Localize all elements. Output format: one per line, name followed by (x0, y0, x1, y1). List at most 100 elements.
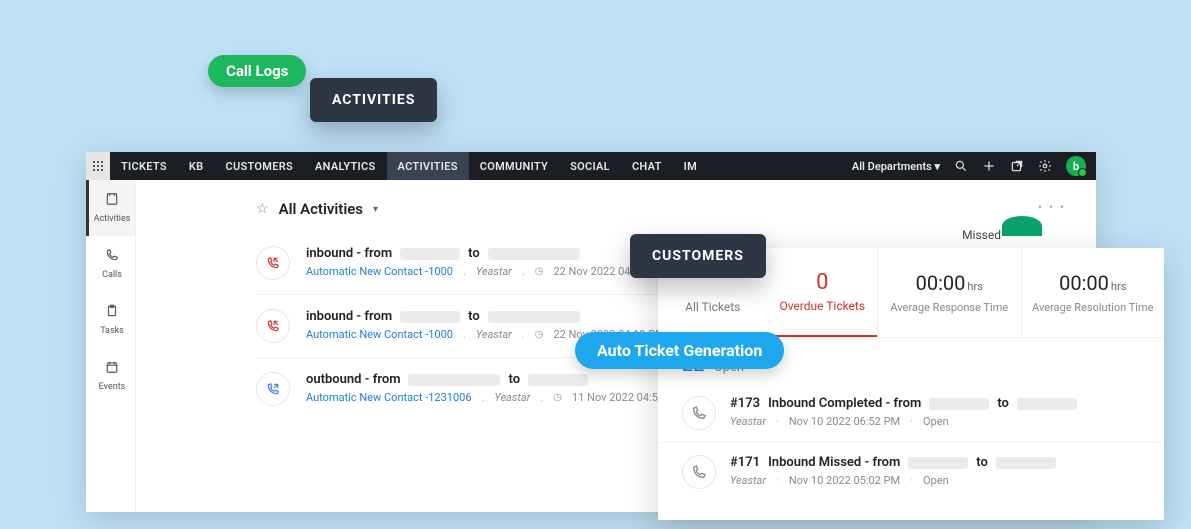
redacted-to (488, 311, 580, 323)
activity-to-label: to (468, 246, 480, 261)
avatar[interactable]: b (1066, 156, 1086, 176)
ticket-time: Nov 10 2022 06:52 PM (789, 415, 900, 428)
activities-icon (105, 192, 119, 210)
ticket-status: Open (923, 474, 949, 487)
clock-icon: ◷ (535, 266, 544, 277)
redacted-to (996, 457, 1056, 469)
redacted-to (1017, 398, 1077, 410)
heading-row: ☆ All Activities ▾ (256, 200, 1066, 218)
activity-source: Yeastar (494, 391, 530, 404)
departments-label: All Departments (852, 160, 932, 173)
ticket-source: Yeastar (730, 415, 766, 428)
missed-label: Missed (962, 228, 1001, 242)
ticket-title: Inbound Missed - from (768, 455, 900, 470)
resolution-unit: hrs (1111, 280, 1126, 293)
star-icon[interactable]: ☆ (256, 201, 269, 217)
tab-all-label: All Tickets (685, 300, 740, 314)
nav-right: All Departments ▾ b (852, 156, 1096, 176)
ticket-to-label: to (997, 396, 1009, 411)
rail-activities-label: Activities (94, 214, 131, 224)
tab-overdue-label: Overdue Tickets (779, 299, 865, 313)
inbound-call-icon (256, 309, 290, 343)
activity-source: Yeastar (476, 265, 512, 278)
nav-item-community[interactable]: COMMUNITY (469, 152, 559, 180)
metric-response: 00:00hrs Average Response Time (878, 248, 1022, 337)
rail-tasks[interactable]: Tasks (86, 292, 135, 348)
activity-contact-link[interactable]: Automatic New Contact -1000 (306, 265, 453, 278)
nav-item-im[interactable]: IM (673, 152, 708, 180)
nav-item-chat[interactable]: CHAT (621, 152, 673, 180)
nav-item-analytics[interactable]: ANALYTICS (304, 152, 387, 180)
activity-contact-link[interactable]: Automatic New Contact -1231006 (306, 391, 472, 404)
clock-icon: ◷ (535, 329, 544, 340)
ticket-time: Nov 10 2022 05:02 PM (789, 474, 900, 487)
ticket-to-label: to (976, 455, 988, 470)
nav-item-tickets[interactable]: TICKETS (110, 152, 178, 180)
activity-from-label: inbound - from (306, 309, 392, 324)
nav-item-kb[interactable]: KB (178, 152, 215, 180)
departments-dropdown[interactable]: All Departments ▾ (852, 160, 940, 173)
nav-item-social[interactable]: SOCIAL (559, 152, 621, 180)
gear-icon[interactable] (1038, 159, 1052, 173)
ticket-id: #171 (730, 455, 760, 470)
plus-icon[interactable] (982, 159, 996, 173)
activity-contact-link[interactable]: Automatic New Contact -1000 (306, 328, 453, 341)
resolution-label: Average Resolution Time (1032, 301, 1153, 314)
rail-events[interactable]: Events (86, 348, 135, 404)
ticket-row[interactable]: #171 Inbound Missed - from to Yeastar · … (658, 442, 1164, 501)
panel-metrics: 00:00hrs Average Response Time 00:00hrs … (878, 248, 1164, 337)
profile-avatar (1002, 216, 1042, 236)
response-value: 00:00 (916, 271, 966, 295)
rail-tasks-label: Tasks (100, 326, 124, 336)
outbound-call-icon (256, 372, 290, 406)
overdue-count: 0 (816, 270, 828, 295)
more-menu-icon[interactable]: • • • (1038, 200, 1066, 214)
left-rail: Activities Calls Tasks Events (86, 180, 136, 512)
customers-float-tab: CUSTOMERS (630, 234, 766, 278)
clock-icon: ◷ (553, 392, 562, 403)
search-icon[interactable] (954, 159, 968, 173)
nav-items: TICKETS KB CUSTOMERS ANALYTICS ACTIVITIE… (110, 152, 708, 180)
ticket-row[interactable]: #173 Inbound Completed - from to Yeastar… (658, 384, 1164, 442)
redacted-to (528, 374, 588, 386)
rail-calls[interactable]: Calls (86, 236, 135, 292)
ticket-status: Open (923, 415, 949, 428)
ticket-body: #173 Inbound Completed - from to Yeastar… (730, 396, 1140, 428)
ticket-source: Yeastar (730, 474, 766, 487)
redacted-from (400, 248, 460, 260)
redacted-to (488, 248, 580, 260)
metric-resolution: 00:00hrs Average Resolution Time (1022, 248, 1165, 337)
inbound-call-icon (256, 246, 290, 280)
activities-float-tab: ACTIVITIES (310, 78, 437, 122)
top-nav: TICKETS KB CUSTOMERS ANALYTICS ACTIVITIE… (86, 152, 1096, 180)
activity-from-label: inbound - from (306, 246, 392, 261)
chevron-down-icon: ▾ (934, 160, 940, 173)
rail-events-label: Events (99, 382, 126, 392)
ticket-id: #173 (730, 396, 760, 411)
nav-item-activities[interactable]: ACTIVITIES (387, 152, 469, 180)
activity-source: Yeastar (476, 328, 512, 341)
chevron-down-icon[interactable]: ▾ (373, 204, 378, 215)
response-label: Average Response Time (890, 301, 1008, 314)
nav-item-customers[interactable]: CUSTOMERS (214, 152, 304, 180)
apps-launcher-icon[interactable] (86, 152, 110, 180)
redacted-from (908, 457, 968, 469)
external-link-icon[interactable] (1010, 159, 1024, 173)
ticket-title: Inbound Completed - from (768, 396, 921, 411)
customers-panel: 0 All Tickets 0 Overdue Tickets 00:00hrs… (658, 248, 1164, 520)
calendar-icon (105, 360, 119, 378)
clipboard-icon (105, 304, 119, 322)
phone-icon (105, 248, 119, 266)
tab-overdue-tickets[interactable]: 0 Overdue Tickets (768, 248, 878, 337)
rail-activities[interactable]: Activities (86, 180, 135, 236)
rail-calls-label: Calls (102, 270, 122, 280)
redacted-from (929, 398, 989, 410)
canvas: TICKETS KB CUSTOMERS ANALYTICS ACTIVITIE… (0, 0, 1191, 529)
ticket-body: #171 Inbound Missed - from to Yeastar · … (730, 455, 1140, 487)
activity-to-label: to (468, 309, 480, 324)
redacted-from (400, 311, 460, 323)
phone-icon (682, 455, 716, 489)
response-unit: hrs (967, 280, 982, 293)
redacted-from (408, 374, 500, 386)
activity-to-label: to (508, 372, 520, 387)
